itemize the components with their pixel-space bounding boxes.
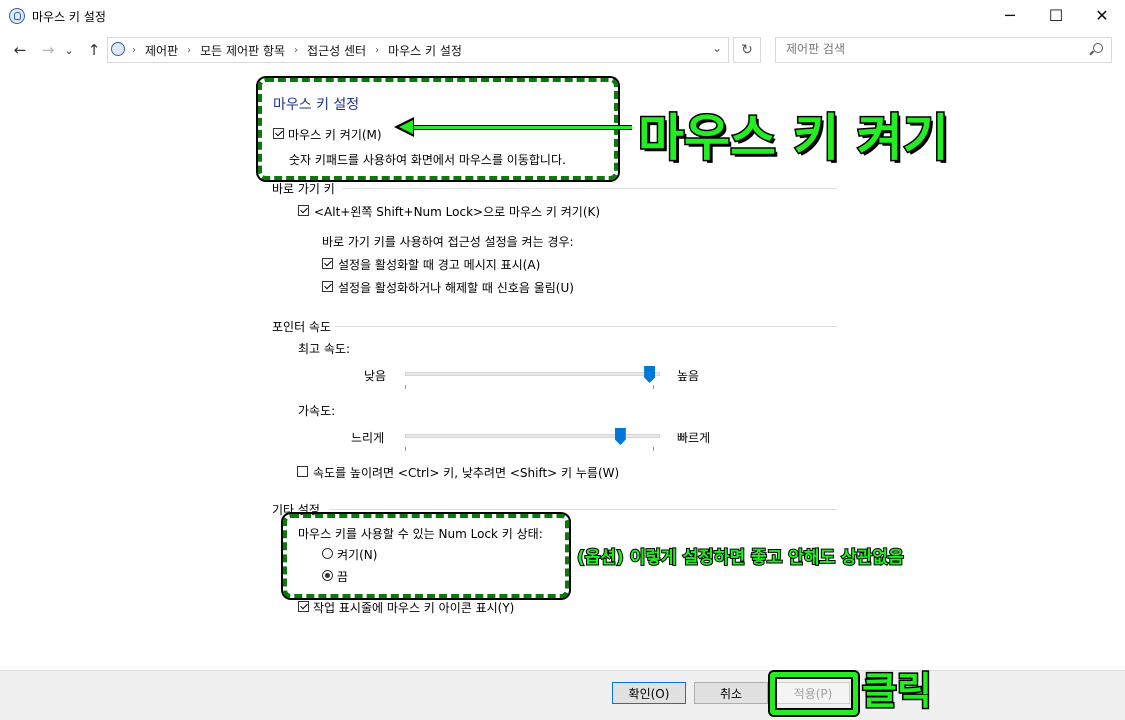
crumb-separator: › [375,45,380,56]
back-arrow-icon[interactable]: ← [9,40,31,60]
ctrl-shift-speed-checkbox[interactable] [297,466,308,477]
taskbar-icon-checkbox[interactable] [298,601,309,612]
breadcrumb: › 제어판 › 모든 제어판 항목 › 접근성 센터 › 마우스 키 설정 [130,42,462,59]
top-speed-slider-track[interactable] [405,372,660,376]
control-panel-icon [111,42,125,56]
window-title: 마우스 키 설정 [32,10,106,24]
navigation-bar: ← → ⌄ ↑ › 제어판 › 모든 제어판 항목 › 접근성 센터 › 마우스… [0,34,1125,66]
breadcrumb-all-items[interactable]: 모든 제어판 항목 [200,42,285,59]
recent-locations-icon[interactable]: ⌄ [62,40,76,60]
taskbar-icon-label[interactable]: 작업 표시줄에 마우스 키 아이콘 표시(Y) [313,599,514,616]
acceleration-label: 가속도: [298,404,336,418]
crumb-separator: › [294,45,299,56]
callout-enable-mouse-keys: 마우스 키 켜기 [637,108,951,169]
control-panel-icon [9,8,25,24]
top-speed-slider-thumb[interactable] [644,366,656,383]
title-bar: 마우스 키 설정 ─ ☐ ✕ [0,0,1125,32]
top-speed-label: 최고 속도: [298,342,351,356]
acceleration-slider-thumb[interactable] [614,428,626,445]
search-box[interactable] [775,37,1112,63]
ctrl-shift-speed-label[interactable]: 속도를 높이려면 <Ctrl> 키, 낮추려면 <Shift> 키 누름(W) [313,464,619,481]
slider-tick [405,447,406,451]
section-divider [342,188,837,189]
crumb-separator: › [187,45,192,56]
top-speed-low-label: 낮음 [364,369,387,383]
slider-tick [653,385,654,389]
crumb-separator: › [132,45,136,56]
highlight-box-apply [770,672,858,715]
sound-label[interactable]: 설정을 활성화하거나 해제할 때 신호음 울림(U) [338,279,574,296]
warning-message-label[interactable]: 설정을 활성화할 때 경고 메시지 표시(A) [338,256,540,273]
callout-click: 클릭 [861,668,934,715]
minimize-button[interactable]: ─ [987,0,1033,31]
cancel-button[interactable]: 취소 [694,682,768,704]
search-icon[interactable] [1093,43,1103,53]
highlight-box-numlock [283,514,569,598]
dialog-footer: 확인(O) 취소 적용(P) [0,670,1125,720]
sound-checkbox[interactable] [322,281,333,292]
ok-button[interactable]: 확인(O) [612,682,686,704]
shortcut-checkbox-label[interactable]: <Alt+왼쪽 Shift+Num Lock>으로 마우스 키 켜기(K) [314,203,600,220]
maximize-button[interactable]: ☐ [1033,0,1079,31]
refresh-icon[interactable]: ↻ [733,37,761,63]
acceleration-low-label: 느리게 [351,431,385,445]
warning-message-checkbox[interactable] [322,258,333,269]
chevron-down-icon[interactable]: ⌄ [712,41,722,55]
close-button[interactable]: ✕ [1079,0,1125,31]
up-arrow-icon[interactable]: ↑ [83,40,105,60]
search-input[interactable] [784,41,1088,57]
slider-tick [405,385,406,389]
shortcut-checkbox[interactable] [298,205,309,216]
slider-tick [653,447,654,451]
arrow-head-icon [399,120,413,134]
breadcrumb-mouse-keys[interactable]: 마우스 키 설정 [388,42,462,59]
shortcut-note: 바로 가기 키를 사용하여 접근성 설정을 켜는 경우: [322,235,574,249]
forward-arrow-icon[interactable]: → [37,40,59,60]
arrow-line [412,125,632,130]
address-bar[interactable]: › 제어판 › 모든 제어판 항목 › 접근성 센터 › 마우스 키 설정 ⌄ [107,37,729,63]
pointer-section-title: 포인터 속도 [272,320,332,334]
section-divider [335,326,837,327]
top-speed-high-label: 높음 [677,369,700,383]
breadcrumb-control-panel[interactable]: 제어판 [145,42,178,59]
callout-optional-note: (옵션) 이렇게 설정하면 좋고 안해도 상관없음 [576,547,905,569]
breadcrumb-ease-of-access[interactable]: 접근성 센터 [307,42,366,59]
acceleration-high-label: 빠르게 [677,431,711,445]
section-divider [330,509,837,510]
shortcut-section-title: 바로 가기 키 [272,182,335,196]
